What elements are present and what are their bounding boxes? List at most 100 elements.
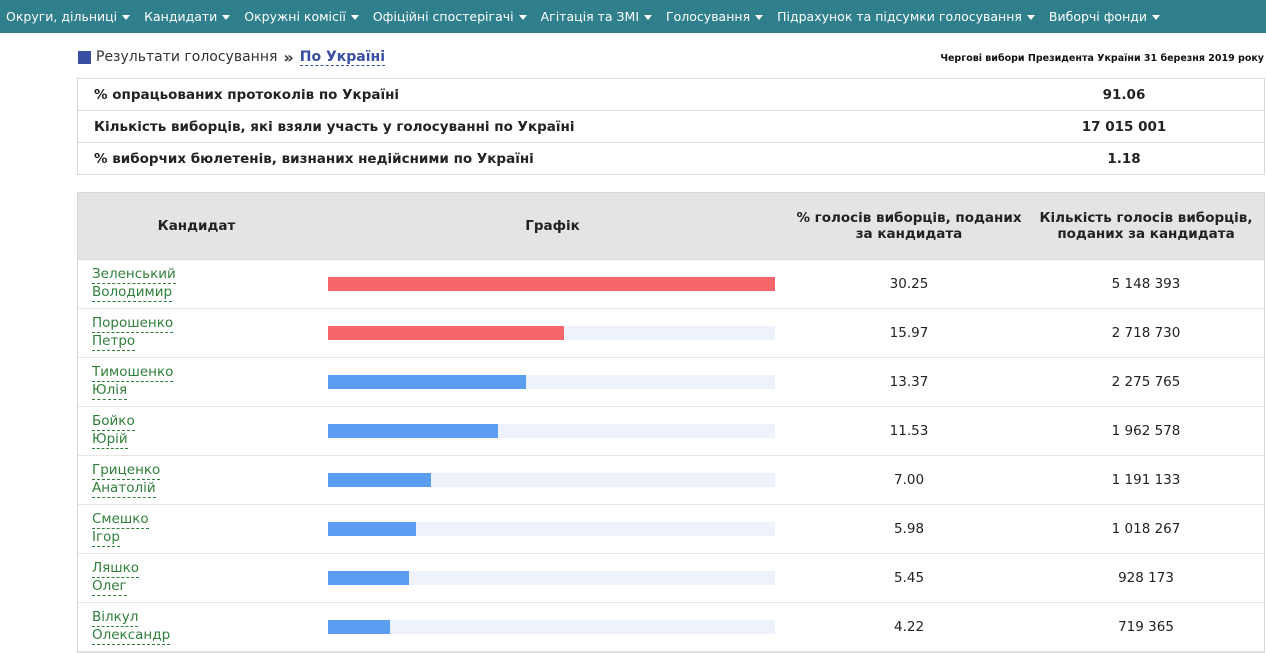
summary-value: 1.18 — [1107, 150, 1141, 167]
candidate-surname: Бойко — [92, 413, 135, 431]
percent-value: 7.00 — [893, 472, 925, 488]
breadcrumb-current-link[interactable]: По Україні — [299, 49, 385, 66]
breadcrumb-section: Результати голосування — [96, 49, 278, 65]
vote-share-bar — [328, 473, 432, 487]
breadcrumb-separator: » — [283, 47, 294, 67]
votes-value: 2 275 765 — [1111, 374, 1181, 390]
nav-menu-item[interactable]: Агітація та ЗМІ — [535, 9, 660, 24]
votes-value: 5 148 393 — [1111, 276, 1181, 292]
caret-down-icon — [350, 15, 359, 20]
nav-menu-item[interactable]: Голосування — [660, 9, 771, 24]
candidate-link[interactable]: Зеленський Володимир — [78, 266, 315, 302]
candidate-surname: Порошенко — [92, 315, 174, 333]
nav-menu-label: Офіційні спостерігачі — [372, 9, 514, 24]
nav-menu-label: Агітація та ЗМІ — [540, 9, 640, 24]
nav-menu-label: Кандидати — [144, 9, 218, 24]
candidate-name: Олег — [92, 578, 127, 596]
summary-label: % опрацьованих протоколів по Україні — [94, 86, 400, 103]
vote-share-bar — [328, 375, 526, 389]
chart-cell — [315, 375, 790, 389]
vote-share-bar — [328, 522, 417, 536]
nav-menu-item[interactable]: Окружні комісії — [238, 9, 367, 24]
results-rows: Зеленський Володимир 30.25 5 148 393 Порошен… — [78, 260, 1264, 652]
candidate-link[interactable]: Тимошенко Юлія — [78, 364, 315, 400]
table-row: Порошенко Петро 15.97 2 718 730 — [78, 309, 1264, 358]
header-percent: % голосів виборців, поданих за кандидата — [796, 210, 1022, 242]
nav-menu-item[interactable]: Офіційні спостерігачі — [367, 9, 535, 24]
caret-down-icon — [1152, 15, 1161, 20]
candidate-link[interactable]: Гриценко Анатолій — [78, 462, 315, 498]
candidate-link[interactable]: Ляшко Олег — [78, 560, 315, 596]
chart-cell — [315, 277, 790, 291]
percent-value: 4.22 — [893, 619, 925, 635]
candidate-surname: Ляшко — [92, 560, 140, 578]
election-title: Чергові вибори Президента України 31 бер… — [940, 53, 1264, 64]
candidate-name: Юрій — [92, 431, 128, 449]
caret-down-icon — [222, 15, 231, 20]
votes-value: 1 018 267 — [1111, 521, 1181, 537]
table-row: Зеленський Володимир 30.25 5 148 393 — [78, 260, 1264, 309]
votes-value: 2 718 730 — [1111, 325, 1181, 341]
bar-track — [328, 571, 775, 585]
section-square-icon — [78, 50, 91, 64]
caret-down-icon — [122, 15, 131, 20]
summary-row: Кількість виборців, які взяли участь у г… — [78, 111, 1264, 143]
nav-menu-item[interactable]: Підрахунок та підсумки голосування — [771, 9, 1043, 24]
candidate-surname: Гриценко — [92, 462, 161, 480]
table-row: Ляшко Олег 5.45 928 173 — [78, 554, 1264, 603]
summary-row: % опрацьованих протоколів по Україні 91.… — [78, 79, 1264, 111]
caret-down-icon — [518, 15, 527, 20]
nav-menu-item[interactable]: Округи, дільниці — [0, 9, 138, 24]
nav-menu-label: Округи, дільниці — [6, 9, 118, 24]
summary-row: % виборчих бюлетенів, визнаних недійсним… — [78, 143, 1264, 174]
table-row: Гриценко Анатолій 7.00 1 191 133 — [78, 456, 1264, 505]
candidate-name: Ігор — [92, 529, 120, 547]
summary-label: % виборчих бюлетенів, визнаних недійсним… — [94, 150, 534, 167]
caret-down-icon — [1026, 15, 1035, 20]
nav-menu-label: Окружні комісії — [244, 9, 346, 24]
candidate-surname: Зеленський — [92, 266, 176, 284]
summary-table: % опрацьованих протоколів по Україні 91.… — [77, 78, 1265, 175]
nav-menu-item[interactable]: Виборчі фонди — [1043, 9, 1168, 24]
header-candidate: Кандидат — [157, 218, 236, 234]
summary-value: 91.06 — [1102, 86, 1146, 103]
breadcrumb: Результати голосування » По Україні — [78, 47, 385, 67]
candidate-link[interactable]: Смешко Ігор — [78, 511, 315, 547]
bar-track — [328, 424, 775, 438]
candidate-link[interactable]: Порошенко Петро — [78, 315, 315, 351]
candidate-name: Юлія — [92, 382, 128, 400]
table-row: Тимошенко Юлія 13.37 2 275 765 — [78, 358, 1264, 407]
candidate-surname: Вілкул — [92, 609, 139, 627]
candidate-surname: Тимошенко — [92, 364, 174, 382]
votes-value: 928 173 — [1118, 570, 1174, 586]
summary-label: Кількість виборців, які взяли участь у г… — [94, 118, 575, 135]
chart-cell — [315, 473, 790, 487]
chart-cell — [315, 620, 790, 634]
vote-share-bar — [328, 326, 564, 340]
candidate-link[interactable]: Вілкул Олександр — [78, 609, 315, 645]
caret-down-icon — [644, 15, 653, 20]
table-row: Вілкул Олександр 4.22 719 365 — [78, 603, 1264, 652]
nav-menu-label: Голосування — [666, 9, 751, 24]
candidate-name: Олександр — [92, 627, 171, 645]
percent-value: 30.25 — [889, 276, 929, 292]
candidate-name: Анатолій — [92, 480, 156, 498]
votes-value: 1 962 578 — [1111, 423, 1181, 439]
votes-value: 719 365 — [1118, 619, 1174, 635]
bar-track — [328, 522, 775, 536]
nav-menu-item[interactable]: Кандидати — [138, 9, 238, 24]
bar-track — [328, 277, 775, 291]
bar-track — [328, 375, 775, 389]
candidate-name: Володимир — [92, 284, 173, 302]
votes-value: 1 191 133 — [1111, 472, 1181, 488]
candidate-link[interactable]: Бойко Юрій — [78, 413, 315, 449]
percent-value: 15.97 — [889, 325, 929, 341]
caret-down-icon — [755, 15, 764, 20]
top-navigation: Округи, дільниці Кандидати Окружні комісії… — [0, 0, 1266, 33]
bar-track — [328, 326, 775, 340]
vote-share-bar — [328, 424, 499, 438]
table-row: Смешко Ігор 5.98 1 018 267 — [78, 505, 1264, 554]
nav-menu-label: Виборчі фонди — [1048, 9, 1148, 24]
chart-cell — [315, 424, 790, 438]
vote-share-bar — [328, 571, 409, 585]
